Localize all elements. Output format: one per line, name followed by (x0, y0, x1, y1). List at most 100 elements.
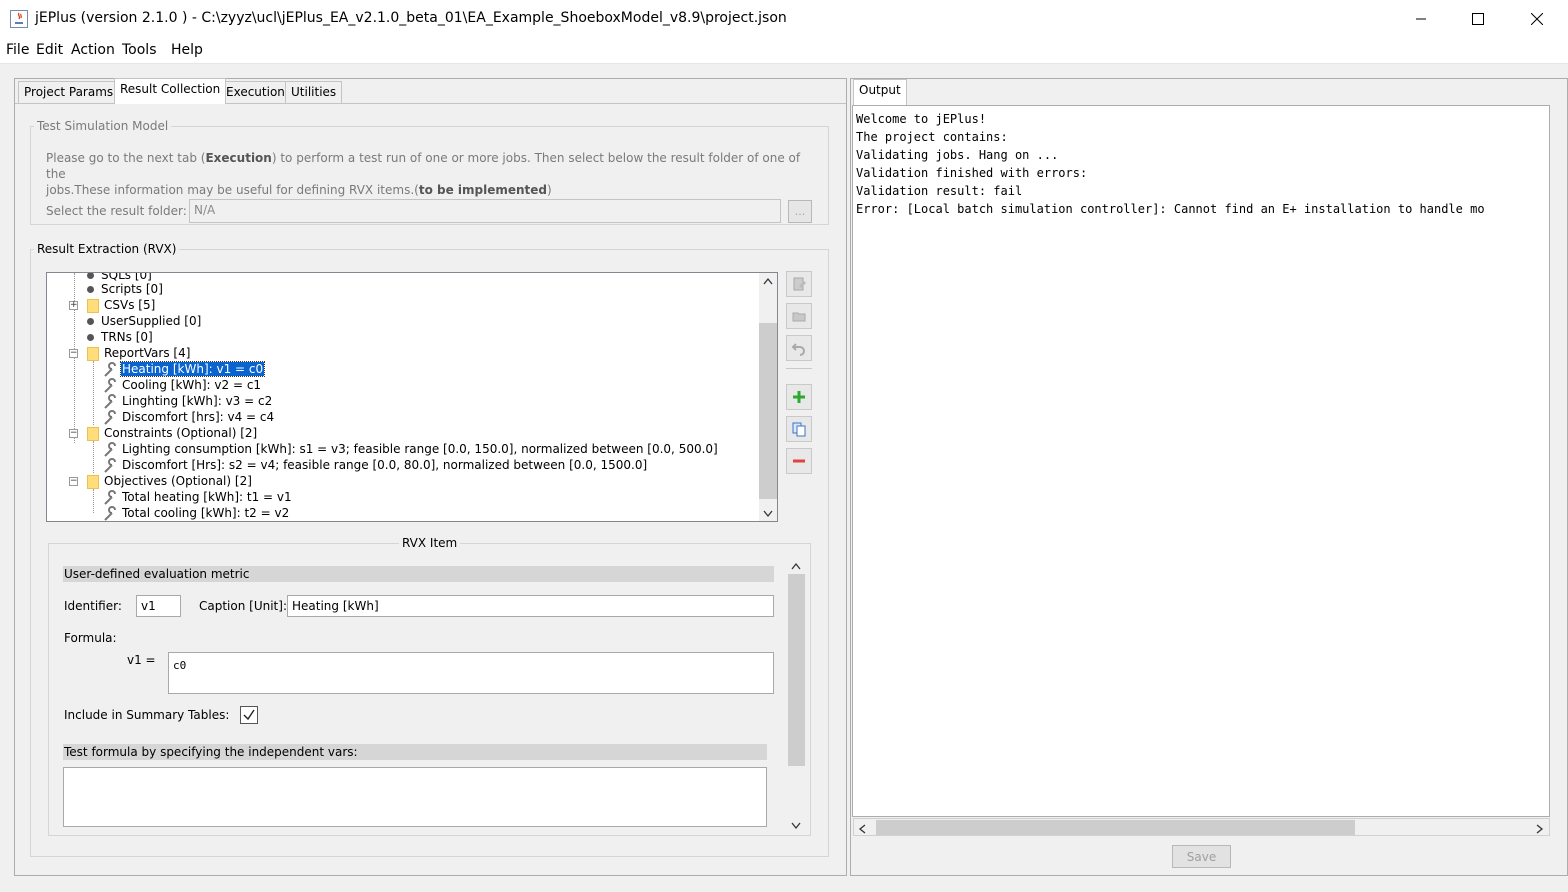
collapse-icon[interactable]: − (69, 349, 78, 358)
rvx-tree[interactable]: SQLs [0] Scripts [0] + CSVs [5] UserSupp… (46, 272, 778, 522)
menu-file[interactable]: File (6, 42, 29, 58)
identifier-label: Identifier: (64, 599, 122, 613)
test-model-description: Please go to the next tab (Execution) to… (46, 150, 816, 198)
tree-node-objectives[interactable]: Objectives (Optional) [2] (87, 473, 253, 489)
scroll-down-icon[interactable] (791, 819, 801, 833)
undo-icon[interactable] (786, 335, 812, 361)
menu-tools[interactable]: Tools (122, 42, 157, 58)
tree-connector (93, 441, 94, 473)
output-scroll-thumb[interactable] (876, 820, 1355, 835)
open-folder-icon[interactable] (786, 303, 812, 329)
folder-icon (87, 474, 99, 489)
menu-edit[interactable]: Edit (36, 42, 63, 58)
close-icon[interactable] (1514, 0, 1560, 38)
tree-item-heating[interactable]: Heating [kWh]: v1 = c0 (103, 361, 266, 377)
desc-bold-to-be-implemented: to be implemented (418, 183, 548, 197)
output-line: Error: [Local batch simulation controlle… (856, 202, 1485, 216)
add-icon[interactable] (786, 384, 812, 410)
title-bar: jEPlus (version 2.1.0 ) - C:\zyyz\ucl\jE… (0, 0, 1568, 38)
tree-item-discomfort-constraint[interactable]: Discomfort [Hrs]: s2 = v4; feasible rang… (103, 457, 648, 473)
tree-node-csvs[interactable]: CSVs [5] (87, 297, 156, 313)
caption-input[interactable]: Heating [kWh] (287, 595, 774, 617)
test-formula-input[interactable] (63, 767, 767, 827)
tree-item-lighting-constraint[interactable]: Lighting consumption [kWh]: s1 = v3; fea… (103, 441, 719, 457)
tree-node-label: Lighting consumption [kWh]: s1 = v3; fea… (122, 442, 718, 456)
tree-node-label: Total cooling [kWh]: t2 = v2 (122, 506, 290, 520)
desc-text-3: jobs.These information may be useful for… (46, 183, 419, 197)
collapse-icon[interactable]: − (69, 429, 78, 438)
formula-input[interactable]: c0 (168, 652, 774, 694)
tree-node-label: Total heating [kWh]: t1 = v1 (122, 490, 292, 504)
bullet-icon (87, 318, 94, 325)
tree-scroll-thumb[interactable] (759, 323, 777, 499)
tree-item-total-cooling[interactable]: Total cooling [kWh]: t2 = v2 (103, 505, 290, 521)
remove-icon[interactable] (786, 448, 812, 474)
tab-output[interactable]: Output (853, 79, 907, 105)
tree-node-usersupplied[interactable]: UserSupplied [0] (87, 313, 202, 329)
browse-folder-button[interactable]: ... (788, 200, 812, 223)
tree-item-cooling[interactable]: Cooling [kWh]: v2 = c1 (103, 377, 262, 393)
menu-help[interactable]: Help (171, 42, 203, 58)
minimize-icon[interactable] (1398, 0, 1444, 38)
output-line: Welcome to jEPlus! (856, 112, 987, 126)
tree-node-label: Objectives (Optional) [2] (104, 474, 252, 488)
checkmark-icon (243, 709, 255, 721)
result-folder-label: Select the result folder: (46, 204, 187, 218)
user-defined-metric-header: User-defined evaluation metric (63, 566, 774, 582)
maximize-icon[interactable] (1455, 0, 1501, 38)
wrench-icon (104, 457, 116, 473)
bullet-icon (87, 273, 94, 279)
test-formula-header: Test formula by specifying the independe… (63, 744, 767, 760)
copy-icon[interactable] (786, 416, 812, 442)
output-hscrollbar[interactable] (853, 818, 1550, 836)
tab-result-collection[interactable]: Result Collection (114, 78, 227, 104)
rvx-item-scroll-thumb[interactable] (788, 574, 805, 766)
scroll-up-icon[interactable] (763, 277, 773, 288)
tree-node-label: ReportVars [4] (104, 346, 191, 360)
bullet-icon (87, 334, 94, 341)
menu-bar: File Edit Action Tools Help (0, 38, 1568, 64)
tree-connector (93, 361, 94, 425)
tree-node-label: Heating [kWh]: v1 = c0 (119, 361, 266, 377)
scroll-up-icon[interactable] (791, 559, 801, 573)
menu-action[interactable]: Action (71, 42, 115, 58)
desc-text-4: ) (547, 183, 552, 197)
tree-item-lighting[interactable]: Linghting [kWh]: v3 = c2 (103, 393, 273, 409)
save-button[interactable]: Save (1172, 845, 1231, 868)
scroll-right-icon[interactable] (1536, 823, 1544, 837)
tab-execution[interactable]: Execution (220, 81, 291, 103)
summary-tables-checkbox[interactable] (240, 706, 258, 724)
wrench-icon (104, 393, 116, 409)
summary-tables-label: Include in Summary Tables: (64, 708, 230, 722)
tree-node-label: CSVs [5] (104, 298, 156, 312)
scroll-down-icon[interactable] (763, 507, 773, 521)
tree-connector (74, 273, 75, 443)
tree-node-label: TRNs [0] (101, 330, 153, 344)
wrench-icon (104, 489, 116, 505)
window-title: jEPlus (version 2.1.0 ) - C:\zyyz\ucl\jE… (35, 10, 787, 26)
tree-node-label: UserSupplied [0] (101, 314, 202, 328)
expand-icon[interactable]: + (69, 301, 78, 310)
tree-item-total-heating[interactable]: Total heating [kWh]: t1 = v1 (103, 489, 293, 505)
tree-node-trns[interactable]: TRNs [0] (87, 329, 154, 345)
scroll-left-icon[interactable] (858, 823, 866, 837)
folder-icon (87, 426, 99, 441)
java-app-icon (10, 10, 28, 28)
caption-label: Caption [Unit]: (199, 599, 287, 613)
tree-node-constraints[interactable]: Constraints (Optional) [2] (87, 425, 258, 441)
tree-node-label: Linghting [kWh]: v3 = c2 (122, 394, 273, 408)
tree-node-label: Discomfort [Hrs]: s2 = v4; feasible rang… (122, 458, 648, 472)
tab-utilities[interactable]: Utilities (285, 81, 343, 103)
rvx-item-scrollbar[interactable] (787, 553, 806, 833)
tab-project-params[interactable]: Project Params (18, 81, 120, 103)
result-extraction-title: Result Extraction (RVX) (34, 242, 180, 256)
output-console[interactable]: Welcome to jEPlus! The project contains: V… (852, 105, 1550, 817)
tree-node-reportvars[interactable]: ReportVars [4] (87, 345, 191, 361)
edit-file-icon[interactable] (786, 271, 812, 297)
tree-item-discomfort[interactable]: Discomfort [hrs]: v4 = c4 (103, 409, 275, 425)
identifier-input[interactable]: v1 (136, 595, 181, 617)
tree-node-scripts[interactable]: Scripts [0] (87, 281, 164, 297)
result-folder-field[interactable]: N/A (189, 199, 781, 223)
tree-scrollbar[interactable] (759, 273, 777, 521)
collapse-icon[interactable]: − (69, 477, 78, 486)
